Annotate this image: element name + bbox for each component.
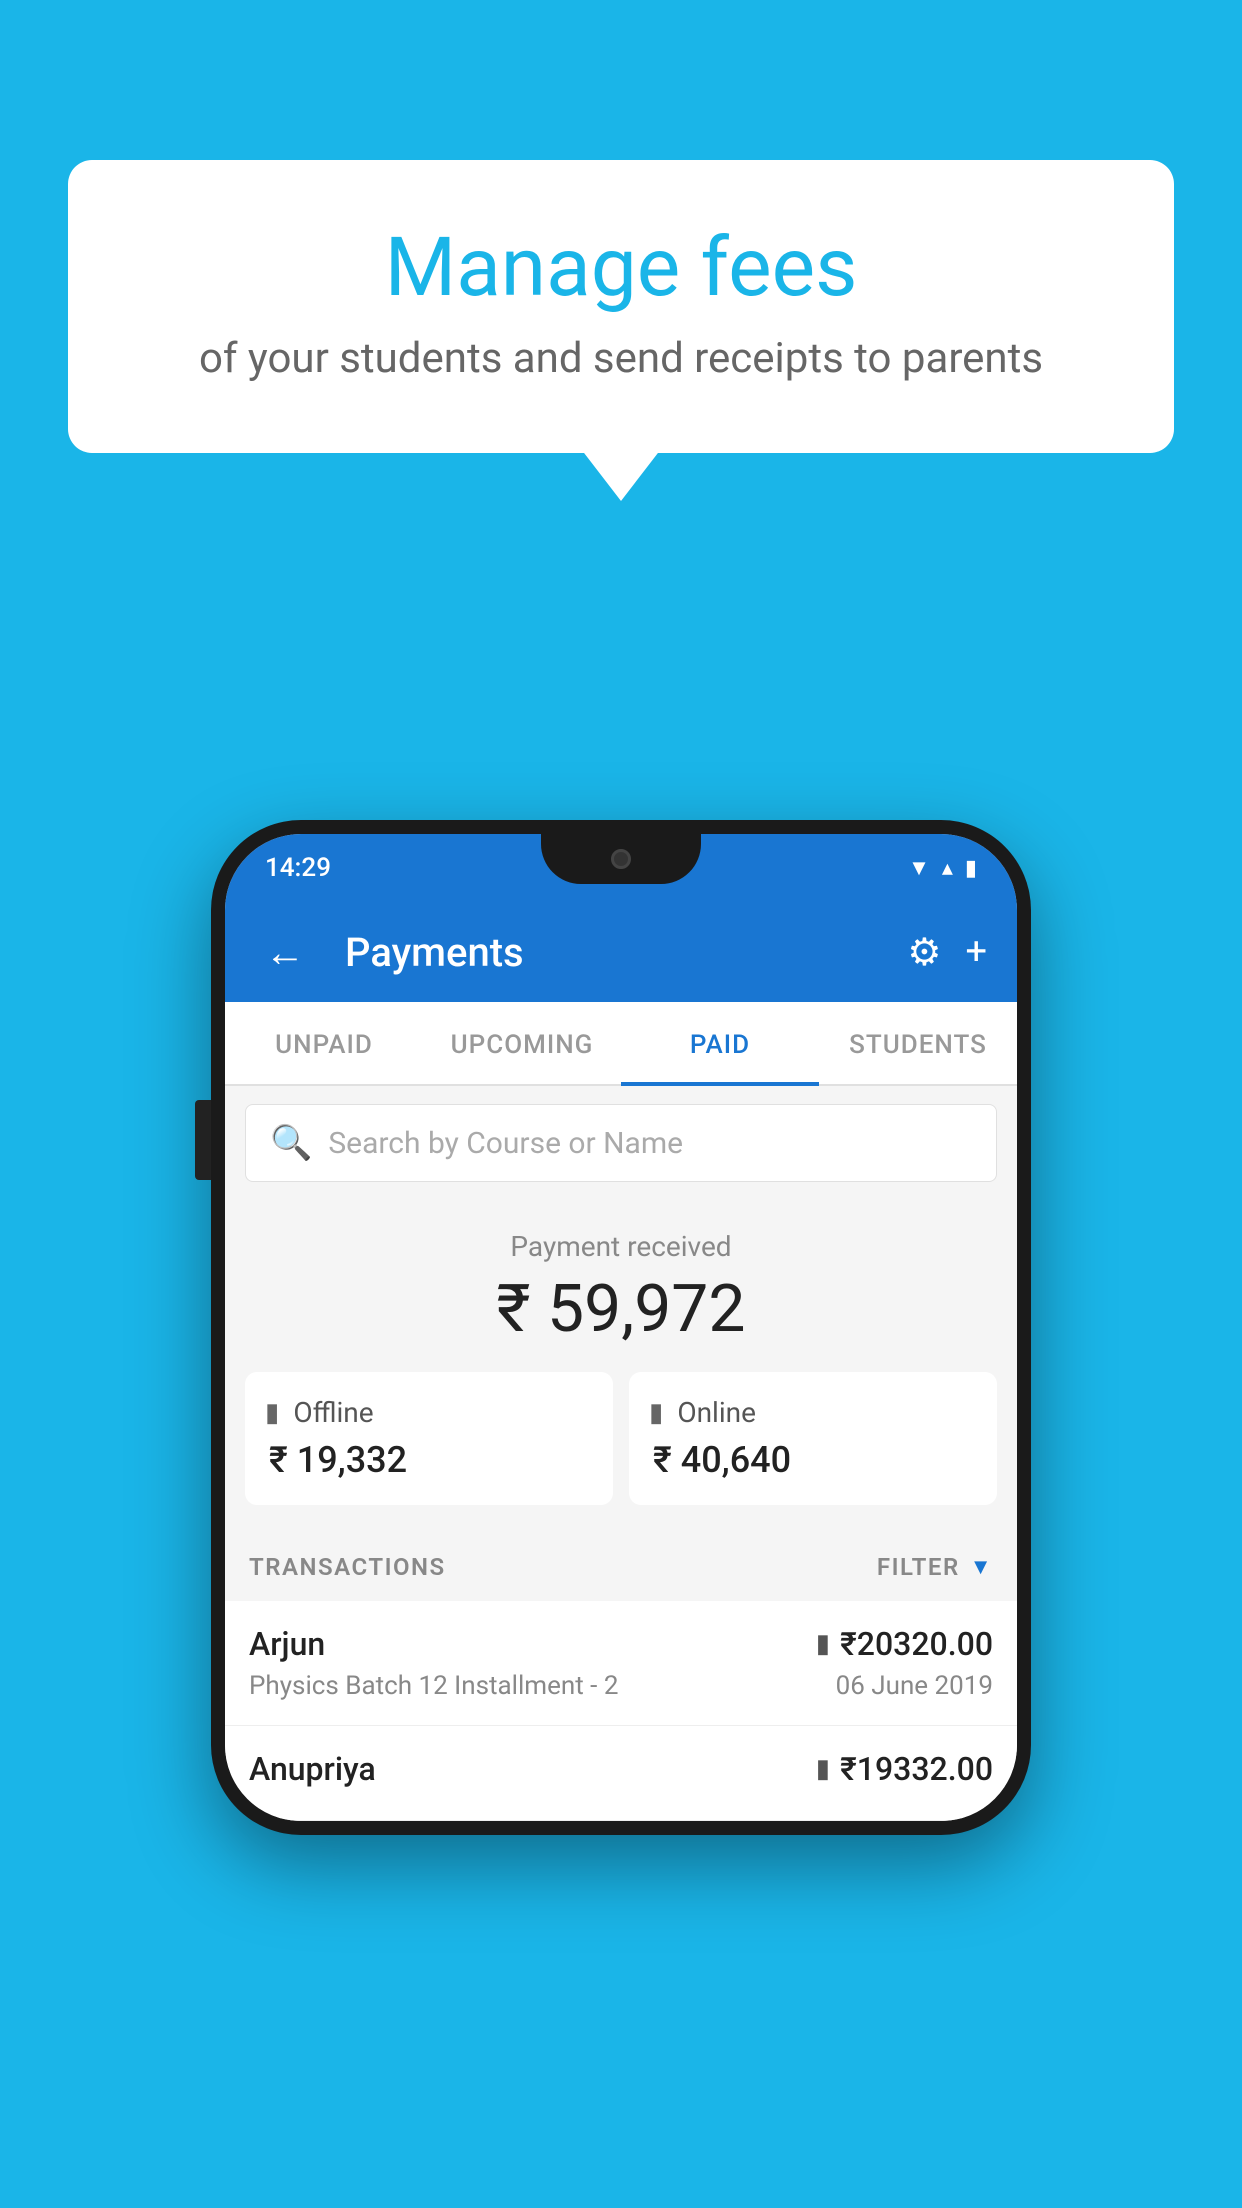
transaction-amount-2: ₹19332.00 (840, 1750, 993, 1788)
transaction-course-1: Physics Batch 12 Installment - 2 (249, 1671, 618, 1701)
online-label: Online (677, 1396, 756, 1429)
signal-icon: ▴ (942, 856, 953, 881)
transaction-top-2: Anupriya ▮ ₹19332.00 (249, 1750, 993, 1788)
tab-unpaid[interactable]: UNPAID (225, 1002, 423, 1084)
app-header: ← Payments ⚙ + (225, 902, 1017, 1002)
table-row[interactable]: Anupriya ▮ ₹19332.00 (225, 1726, 1017, 1821)
bubble-subtitle: of your students and send receipts to pa… (118, 334, 1124, 383)
transaction-top-1: Arjun ▮ ₹20320.00 (249, 1625, 993, 1663)
page-title: Payments (345, 929, 887, 976)
transaction-name-2: Anupriya (249, 1750, 376, 1788)
tabs-bar: UNPAID UPCOMING PAID STUDENTS (225, 1002, 1017, 1086)
battery-icon: ▮ (965, 856, 977, 881)
search-bar[interactable]: 🔍 Search by Course or Name (245, 1104, 997, 1182)
search-icon: 🔍 (270, 1123, 312, 1163)
bubble-title: Manage fees (118, 220, 1124, 316)
phone-screen: 14:29 ▼ ▴ ▮ ← Payments ⚙ + (225, 834, 1017, 1821)
offline-icon: ▮ (265, 1398, 279, 1428)
transaction-amount-row-1: ▮ ₹20320.00 (816, 1625, 993, 1663)
transaction-bottom-1: Physics Batch 12 Installment - 2 06 June… (249, 1671, 993, 1701)
wifi-icon: ▼ (908, 855, 930, 881)
phone-frame: 14:29 ▼ ▴ ▮ ← Payments ⚙ + (211, 820, 1031, 1835)
payment-total-amount: ₹ 59,972 (245, 1271, 997, 1348)
search-input[interactable]: Search by Course or Name (328, 1126, 683, 1161)
online-payment-icon: ▮ (816, 1629, 830, 1659)
offline-card: ▮ Offline ₹ 19,332 (245, 1372, 613, 1505)
offline-payment-icon: ▮ (816, 1754, 830, 1784)
transaction-amount-row-2: ▮ ₹19332.00 (816, 1750, 993, 1788)
tab-paid[interactable]: PAID (621, 1002, 819, 1084)
header-icons: ⚙ + (907, 930, 987, 975)
payment-received-label: Payment received (245, 1230, 997, 1263)
offline-amount: ₹ 19,332 (265, 1439, 593, 1481)
tab-students[interactable]: STUDENTS (819, 1002, 1017, 1084)
status-icons: ▼ ▴ ▮ (908, 855, 977, 881)
camera-dot (611, 849, 631, 869)
status-bar: 14:29 ▼ ▴ ▮ (225, 834, 1017, 902)
table-row[interactable]: Arjun ▮ ₹20320.00 Physics Batch 12 Insta… (225, 1601, 1017, 1726)
online-icon: ▮ (649, 1398, 663, 1428)
transactions-label: TRANSACTIONS (249, 1553, 446, 1581)
filter-button[interactable]: FILTER ▼ (877, 1553, 993, 1581)
gear-icon[interactable]: ⚙ (907, 930, 941, 975)
transaction-amount-1: ₹20320.00 (840, 1625, 993, 1663)
status-time: 14:29 (265, 853, 331, 883)
payment-received-section: Payment received ₹ 59,972 ▮ Offline ₹ 19… (225, 1200, 1017, 1529)
transaction-date-1: 06 June 2019 (836, 1671, 993, 1701)
online-card-header: ▮ Online (649, 1396, 977, 1429)
transactions-header: TRANSACTIONS FILTER ▼ (225, 1529, 1017, 1601)
online-amount: ₹ 40,640 (649, 1439, 977, 1481)
filter-icon: ▼ (970, 1554, 993, 1580)
online-card: ▮ Online ₹ 40,640 (629, 1372, 997, 1505)
offline-card-header: ▮ Offline (265, 1396, 593, 1429)
filter-label: FILTER (877, 1553, 960, 1581)
search-container: 🔍 Search by Course or Name (225, 1086, 1017, 1200)
back-button[interactable]: ← (255, 919, 315, 986)
notch (541, 834, 701, 884)
offline-label: Offline (293, 1396, 373, 1429)
tab-upcoming[interactable]: UPCOMING (423, 1002, 621, 1084)
add-button[interactable]: + (965, 930, 987, 974)
payment-cards: ▮ Offline ₹ 19,332 ▮ Online ₹ 40,640 (245, 1372, 997, 1505)
phone-wrapper: 14:29 ▼ ▴ ▮ ← Payments ⚙ + (211, 820, 1031, 1835)
speech-bubble: Manage fees of your students and send re… (68, 160, 1174, 453)
transaction-name-1: Arjun (249, 1625, 325, 1663)
